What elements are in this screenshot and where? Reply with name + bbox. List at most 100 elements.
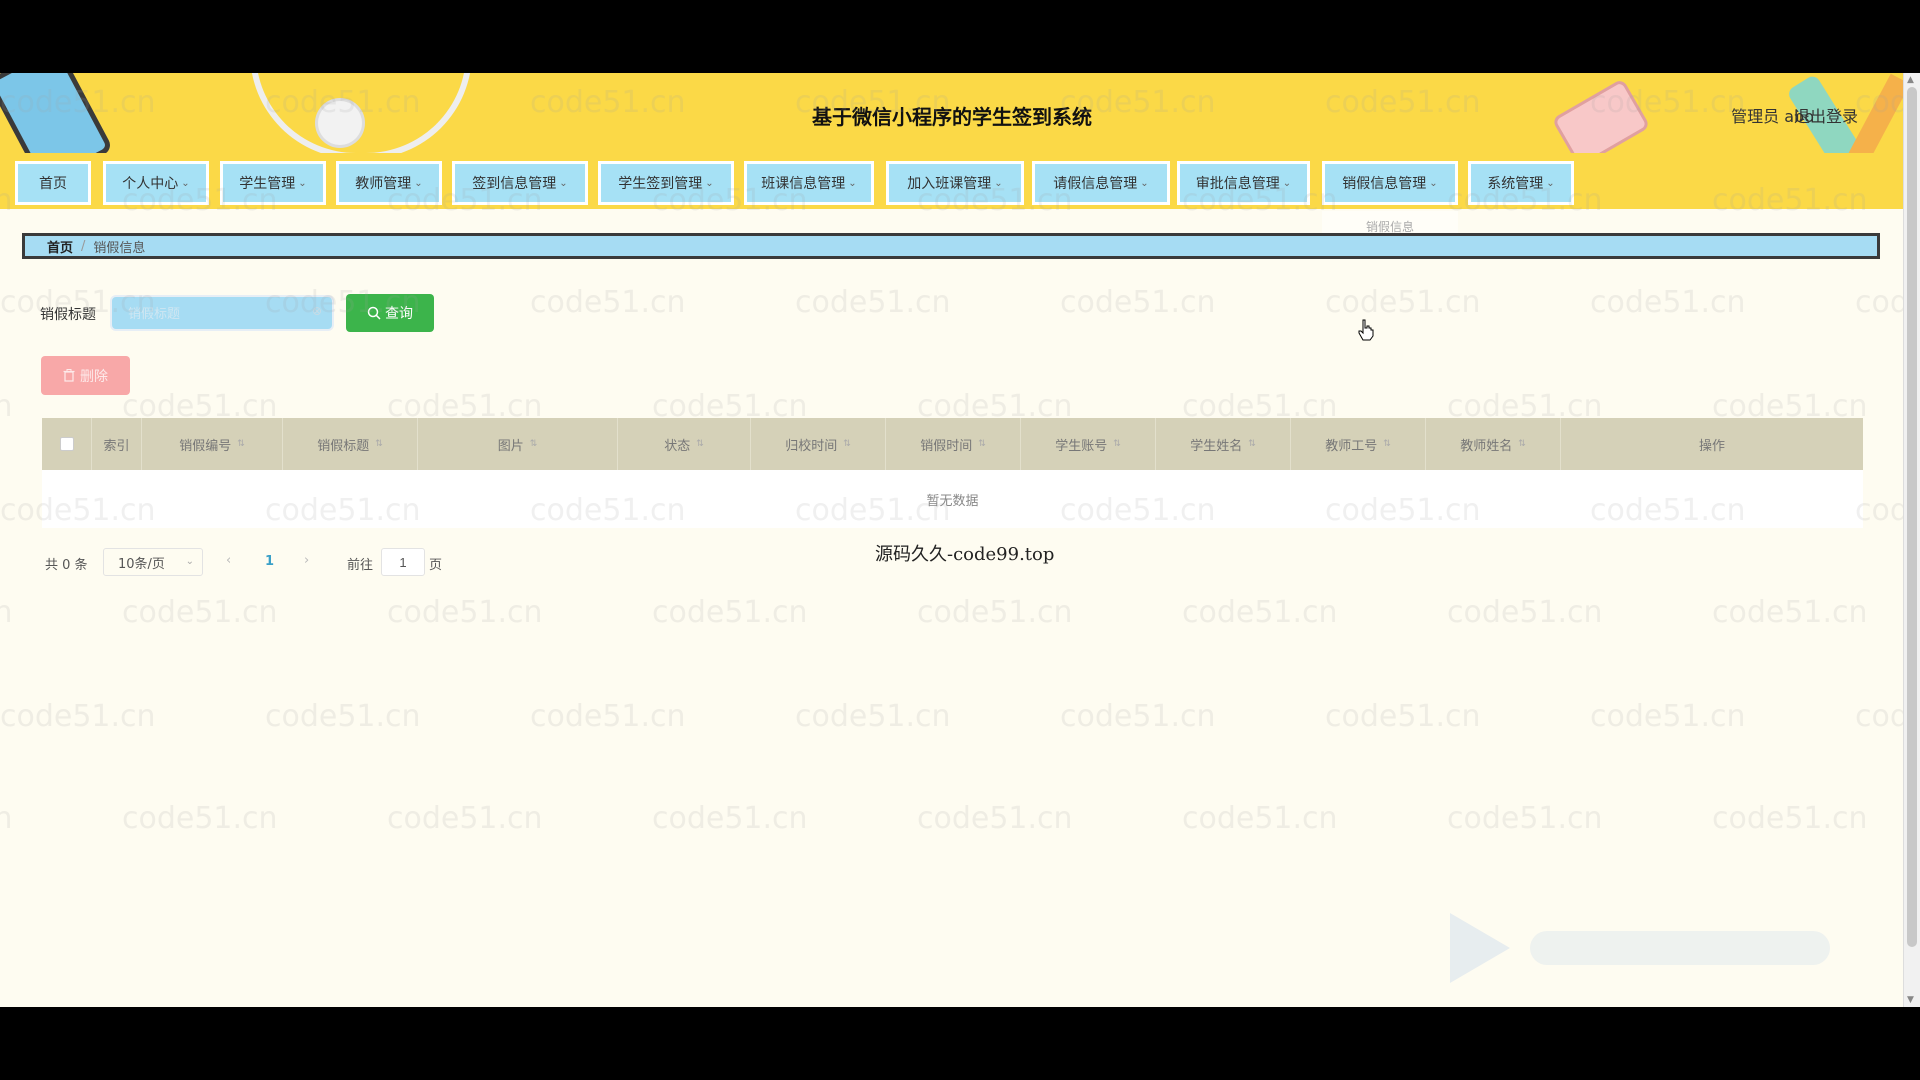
chevron-down-icon: ⌄ [185,556,194,567]
chevron-down-icon: ⌄ [705,177,714,189]
sort-icon[interactable]: ⇅ [375,439,383,449]
goto-page-input[interactable] [381,548,425,576]
watermark-text: code51.cn [0,699,156,734]
column-header-image[interactable]: 图片 ⇅ [418,418,618,470]
select-all-checkbox[interactable] [59,437,74,451]
nav-item-label: 销假信息管理 [1342,176,1427,192]
watermark-text: code51.cn [917,595,1073,630]
sort-icon[interactable]: ⇅ [843,439,851,449]
sort-icon[interactable]: ⇅ [978,439,986,449]
data-table: 索引 销假编号 ⇅ 销假标题 ⇅ 图片 ⇅ 状态 ⇅ 归校时间 ⇅ 销假时间 ⇅… [42,418,1863,528]
nav-item-join-class-management[interactable]: 加入班课管理 ⌄ [886,161,1024,205]
page-size-select[interactable]: 10条/页 ⌄ [103,548,203,576]
nav-item-teacher-management[interactable]: 教师管理 ⌄ [336,161,442,205]
watermark-text: code51.cn [1182,595,1338,630]
search-icon [367,306,381,320]
column-header-teacher-name[interactable]: 教师姓名 ⇅ [1426,418,1561,470]
sort-icon[interactable]: ⇅ [1518,439,1526,449]
sort-icon[interactable]: ⇅ [1248,439,1256,449]
page-number[interactable]: 1 [265,554,274,569]
chevron-down-icon: ⌄ [994,177,1003,189]
nav-item-label: 首页 [39,176,67,192]
column-header-cancel-title[interactable]: 销假标题 ⇅ [283,418,418,470]
nav-item-signin-info-management[interactable]: 签到信息管理 ⌄ [452,161,588,205]
column-header-label: 学生账号 [1055,438,1108,454]
watermark-text: code51.cn [1325,285,1481,320]
nav-item-student-management[interactable]: 学生管理 ⌄ [220,161,326,205]
column-header-cancel-time[interactable]: 销假时间 ⇅ [886,418,1021,470]
sort-icon[interactable]: ⇅ [530,439,538,449]
query-button-label: 查询 [385,306,413,322]
breadcrumb-separator: / [81,238,86,254]
column-header-label: 教师工号 [1325,438,1378,454]
column-header-label: 销假编号 [179,438,232,454]
breadcrumb-current: 销假信息 [93,240,146,256]
watermark-text: code51.cn [1590,699,1746,734]
table-header: 索引 销假编号 ⇅ 销假标题 ⇅ 图片 ⇅ 状态 ⇅ 归校时间 ⇅ 销假时间 ⇅… [42,418,1863,470]
nav-item-home[interactable]: 首页 [15,161,91,205]
page-size-value: 10条/页 [118,556,165,572]
search-input[interactable] [110,295,334,331]
nav-item-label: 教师管理 [355,176,412,192]
logout-link[interactable]: 退出登录 [1794,103,1858,127]
watermark-text: code51.cn [1590,285,1746,320]
delete-button[interactable]: 删除 [41,356,130,395]
clear-icon[interactable]: ⊗ [312,304,322,318]
column-header-index: 索引 [92,418,142,470]
vertical-scrollbar[interactable]: ▲ ▼ [1903,73,1920,1007]
watermark-text: code51.cn [530,285,686,320]
nav-item-system-management[interactable]: 系统管理 ⌄ [1468,161,1574,205]
nav-item-label: 班课信息管理 [761,176,846,192]
chevron-down-icon: ⌄ [1140,177,1149,189]
nav-item-label: 加入班课管理 [907,176,992,192]
watermark-text: code51.cn [265,699,421,734]
nav-item-leave-info-management[interactable]: 请假信息管理 ⌄ [1032,161,1170,205]
nav-item-approval-info-management[interactable]: 审批信息管理 ⌄ [1177,161,1310,205]
column-header-actions: 操作 [1561,418,1863,470]
select-all-cell [42,418,92,470]
nav-item-class-info-management[interactable]: 班课信息管理 ⌄ [744,161,874,205]
column-header-cancel-id[interactable]: 销假编号 ⇅ [142,418,283,470]
nav-item-leave-cancel-management[interactable]: 销假信息管理 ⌄ [1322,161,1458,205]
watermark-text: code51.cn [1712,595,1868,630]
footer-watermark: 源码久久-code99.top [875,544,1055,565]
header: 基于微信小程序的学生签到系统 管理员 abo 退出登录 [0,73,1904,153]
trash-icon [63,369,75,382]
watermark-text: code51.cn [917,801,1073,836]
nav-item-student-signin-management[interactable]: 学生签到管理 ⌄ [598,161,734,205]
watermark-text: code51.cn [0,389,13,424]
prev-page-button[interactable]: ‹ [226,553,231,568]
column-header-status[interactable]: 状态 ⇅ [618,418,751,470]
nav-item-label: 学生管理 [239,176,296,192]
column-header-teacher-id[interactable]: 教师工号 ⇅ [1291,418,1426,470]
watermark-text: code51.cn [0,801,13,836]
column-header-label: 销假标题 [317,438,370,454]
nav-item-personal-center[interactable]: 个人中心 ⌄ [103,161,209,205]
watermark-text: code51.cn [1060,699,1216,734]
query-button[interactable]: 查询 [346,294,434,332]
next-page-button[interactable]: › [304,553,309,568]
watermark-text: code51.cn [1447,801,1603,836]
nav-item-label: 个人中心 [122,176,179,192]
scroll-up-arrow-icon[interactable]: ▲ [1907,75,1914,85]
chevron-down-icon: ⌄ [414,177,423,189]
scroll-down-arrow-icon[interactable]: ▼ [1907,995,1914,1005]
column-header-student-name[interactable]: 学生姓名 ⇅ [1156,418,1291,470]
column-header-label: 销假时间 [920,438,973,454]
sort-icon[interactable]: ⇅ [696,439,704,449]
chevron-down-icon: ⌄ [1282,177,1292,189]
watermark-text: code51.cn [122,801,278,836]
watermark-text: code51.cn [387,595,543,630]
column-header-return-time[interactable]: 归校时间 ⇅ [751,418,886,470]
search-label: 销假标题 [40,307,96,323]
column-header-student-account[interactable]: 学生账号 ⇅ [1021,418,1156,470]
sort-icon[interactable]: ⇅ [1113,439,1121,449]
chevron-down-icon: ⌄ [559,177,568,189]
sort-icon[interactable]: ⇅ [237,439,245,449]
sort-icon[interactable]: ⇅ [1383,439,1391,449]
chevron-down-icon: ⌄ [1546,177,1555,189]
scrollbar-thumb[interactable] [1907,87,1917,947]
nav-item-label: 学生签到管理 [618,176,703,192]
breadcrumb-home[interactable]: 首页 [47,237,73,256]
watermark-text: code51.cn [530,699,686,734]
